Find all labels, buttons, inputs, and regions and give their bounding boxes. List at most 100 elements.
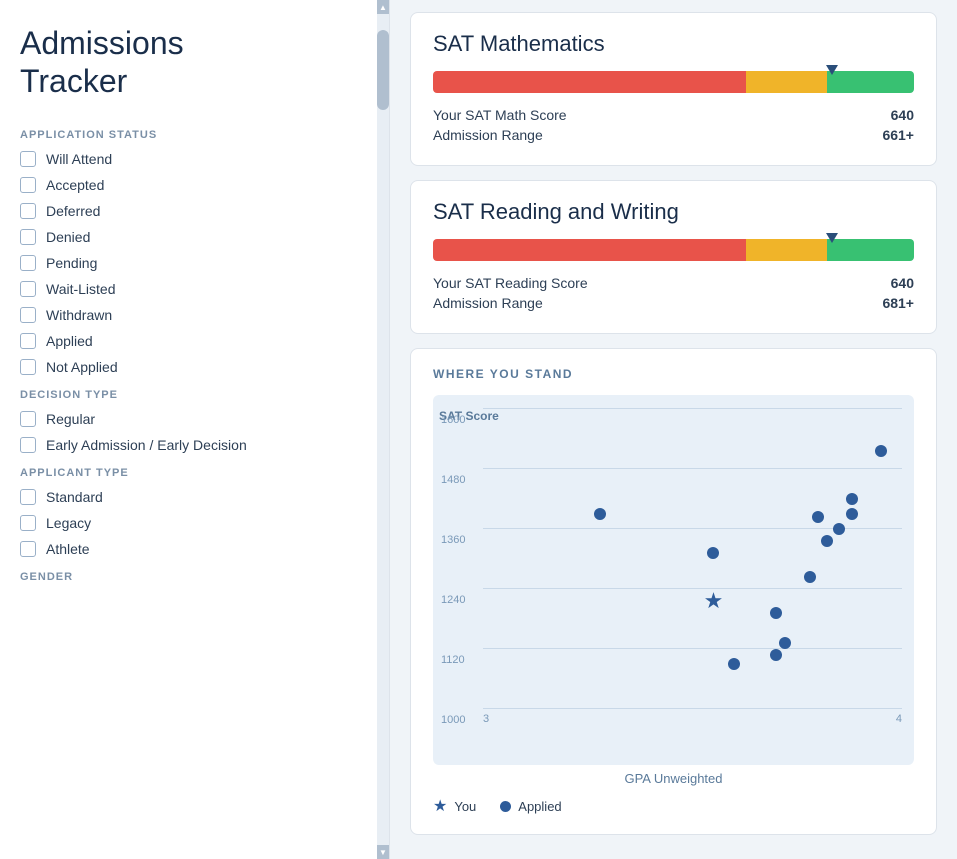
scrollbar-track: ▲ ▼ bbox=[377, 0, 389, 859]
y-tick-1240: 1240 bbox=[441, 594, 465, 606]
checkbox-input-deferred[interactable] bbox=[20, 203, 36, 219]
sat-math-progress-bar bbox=[433, 71, 914, 93]
sidebar-content: AdmissionsTracker APPLICATION STATUS Wil… bbox=[0, 0, 389, 859]
chart-dot-12 bbox=[728, 658, 740, 670]
checkbox-label-pending: Pending bbox=[46, 255, 97, 271]
checkbox-input-withdrawn[interactable] bbox=[20, 307, 36, 323]
sat-math-your-score-value: 640 bbox=[891, 107, 914, 123]
y-tick-1000: 1000 bbox=[441, 714, 465, 726]
checkbox-input-denied[interactable] bbox=[20, 229, 36, 245]
chart-area: SAT Score 1600 1480 1360 1240 1120 1000 … bbox=[433, 395, 914, 765]
checkbox-label-denied: Denied bbox=[46, 229, 90, 245]
chart-dot-2 bbox=[770, 607, 782, 619]
sat-reading-bar-red bbox=[433, 239, 746, 261]
chart-grid: 1600 1480 1360 1240 1120 1000 ★ bbox=[483, 409, 902, 709]
where-you-stand-title: WHERE YOU STAND bbox=[433, 367, 914, 381]
sat-reading-marker bbox=[826, 233, 838, 243]
sat-reading-bar-green bbox=[827, 239, 914, 261]
checkbox-standard[interactable]: Standard bbox=[20, 489, 369, 505]
legend-you-star-icon: ★ bbox=[433, 796, 447, 816]
checkbox-wait-listed[interactable]: Wait-Listed bbox=[20, 281, 369, 297]
scroll-arrow-down[interactable]: ▼ bbox=[377, 845, 389, 859]
main-content: SAT Mathematics Your SAT Math Score 640 … bbox=[390, 0, 957, 859]
checkbox-label-deferred: Deferred bbox=[46, 203, 100, 219]
sat-math-marker bbox=[826, 65, 838, 75]
sat-reading-progress-bar-container bbox=[433, 239, 914, 261]
chart-dot-9 bbox=[875, 445, 887, 457]
checkbox-will-attend[interactable]: Will Attend bbox=[20, 151, 369, 167]
sat-reading-admission-range-row: Admission Range 681+ bbox=[433, 295, 914, 311]
sat-math-bar-green bbox=[827, 71, 914, 93]
scrollbar-thumb[interactable] bbox=[377, 30, 389, 110]
checkbox-label-early-admission: Early Admission / Early Decision bbox=[46, 437, 247, 453]
checkbox-input-will-attend[interactable] bbox=[20, 151, 36, 167]
legend-applied: Applied bbox=[500, 796, 561, 816]
checkbox-pending[interactable]: Pending bbox=[20, 255, 369, 271]
checkbox-label-will-attend: Will Attend bbox=[46, 151, 112, 167]
chart-dot-8 bbox=[846, 493, 858, 505]
sat-math-title: SAT Mathematics bbox=[433, 31, 914, 57]
sat-reading-card: SAT Reading and Writing Your SAT Reading… bbox=[410, 180, 937, 334]
x-tick-4: 4 bbox=[896, 713, 902, 725]
sat-math-bar-yellow bbox=[746, 71, 828, 93]
section-label-gender: GENDER bbox=[20, 571, 369, 583]
sat-math-bar-red bbox=[433, 71, 746, 93]
checkbox-input-pending[interactable] bbox=[20, 255, 36, 271]
sat-reading-admission-range-label: Admission Range bbox=[433, 295, 543, 311]
checkbox-not-applied[interactable]: Not Applied bbox=[20, 359, 369, 375]
chart-x-ticks: 3 4 bbox=[483, 709, 902, 725]
section-label-applicant-type: APPLICANT TYPE bbox=[20, 467, 369, 479]
scroll-arrow-up[interactable]: ▲ bbox=[377, 0, 389, 14]
checkbox-regular[interactable]: Regular bbox=[20, 411, 369, 427]
chart-you-star: ★ bbox=[704, 590, 724, 612]
checkbox-input-not-applied[interactable] bbox=[20, 359, 36, 375]
chart-dot-10 bbox=[770, 649, 782, 661]
y-tick-1600: 1600 bbox=[441, 414, 465, 426]
chart-dot-5 bbox=[821, 535, 833, 547]
sat-math-admission-range-row: Admission Range 661+ bbox=[433, 127, 914, 143]
section-label-decision-type: DECISION TYPE bbox=[20, 389, 369, 401]
checkbox-input-standard[interactable] bbox=[20, 489, 36, 505]
checkbox-input-applied[interactable] bbox=[20, 333, 36, 349]
sat-reading-bar-yellow bbox=[746, 239, 828, 261]
checkbox-applied[interactable]: Applied bbox=[20, 333, 369, 349]
y-tick-1120: 1120 bbox=[441, 654, 465, 666]
checkbox-label-regular: Regular bbox=[46, 411, 95, 427]
legend-you-label: You bbox=[454, 799, 476, 814]
chart-dot-1 bbox=[707, 547, 719, 559]
sat-reading-your-score-row: Your SAT Reading Score 640 bbox=[433, 275, 914, 291]
checkbox-label-wait-listed: Wait-Listed bbox=[46, 281, 116, 297]
sat-math-card: SAT Mathematics Your SAT Math Score 640 … bbox=[410, 12, 937, 166]
checkbox-label-not-applied: Not Applied bbox=[46, 359, 118, 375]
chart-dot-7 bbox=[846, 508, 858, 520]
y-tick-1480: 1480 bbox=[441, 474, 465, 486]
checkbox-accepted[interactable]: Accepted bbox=[20, 177, 369, 193]
checkbox-input-wait-listed[interactable] bbox=[20, 281, 36, 297]
x-tick-3: 3 bbox=[483, 713, 489, 725]
section-label-application-status: APPLICATION STATUS bbox=[20, 129, 369, 141]
checkbox-athlete[interactable]: Athlete bbox=[20, 541, 369, 557]
chart-dot-6 bbox=[833, 523, 845, 535]
chart-dot-4 bbox=[812, 511, 824, 523]
checkbox-early-admission[interactable]: Early Admission / Early Decision bbox=[20, 437, 369, 453]
checkbox-input-legacy[interactable] bbox=[20, 515, 36, 531]
sat-reading-your-score-label: Your SAT Reading Score bbox=[433, 275, 588, 291]
sat-math-your-score-label: Your SAT Math Score bbox=[433, 107, 567, 123]
chart-dot-11 bbox=[804, 571, 816, 583]
checkbox-input-accepted[interactable] bbox=[20, 177, 36, 193]
checkbox-label-applied: Applied bbox=[46, 333, 93, 349]
legend-you: ★ You bbox=[433, 796, 476, 816]
legend-applied-dot-icon bbox=[500, 801, 511, 812]
checkbox-input-regular[interactable] bbox=[20, 411, 36, 427]
checkbox-legacy[interactable]: Legacy bbox=[20, 515, 369, 531]
sat-math-your-score-row: Your SAT Math Score 640 bbox=[433, 107, 914, 123]
sat-math-admission-range-value: 661+ bbox=[882, 127, 914, 143]
legend-applied-label: Applied bbox=[518, 799, 561, 814]
checkbox-input-early-admission[interactable] bbox=[20, 437, 36, 453]
sidebar-title: AdmissionsTracker bbox=[20, 24, 369, 101]
checkbox-denied[interactable]: Denied bbox=[20, 229, 369, 245]
checkbox-withdrawn[interactable]: Withdrawn bbox=[20, 307, 369, 323]
checkbox-input-athlete[interactable] bbox=[20, 541, 36, 557]
checkbox-deferred[interactable]: Deferred bbox=[20, 203, 369, 219]
where-you-stand-card: WHERE YOU STAND SAT Score 1600 1480 1360… bbox=[410, 348, 937, 835]
